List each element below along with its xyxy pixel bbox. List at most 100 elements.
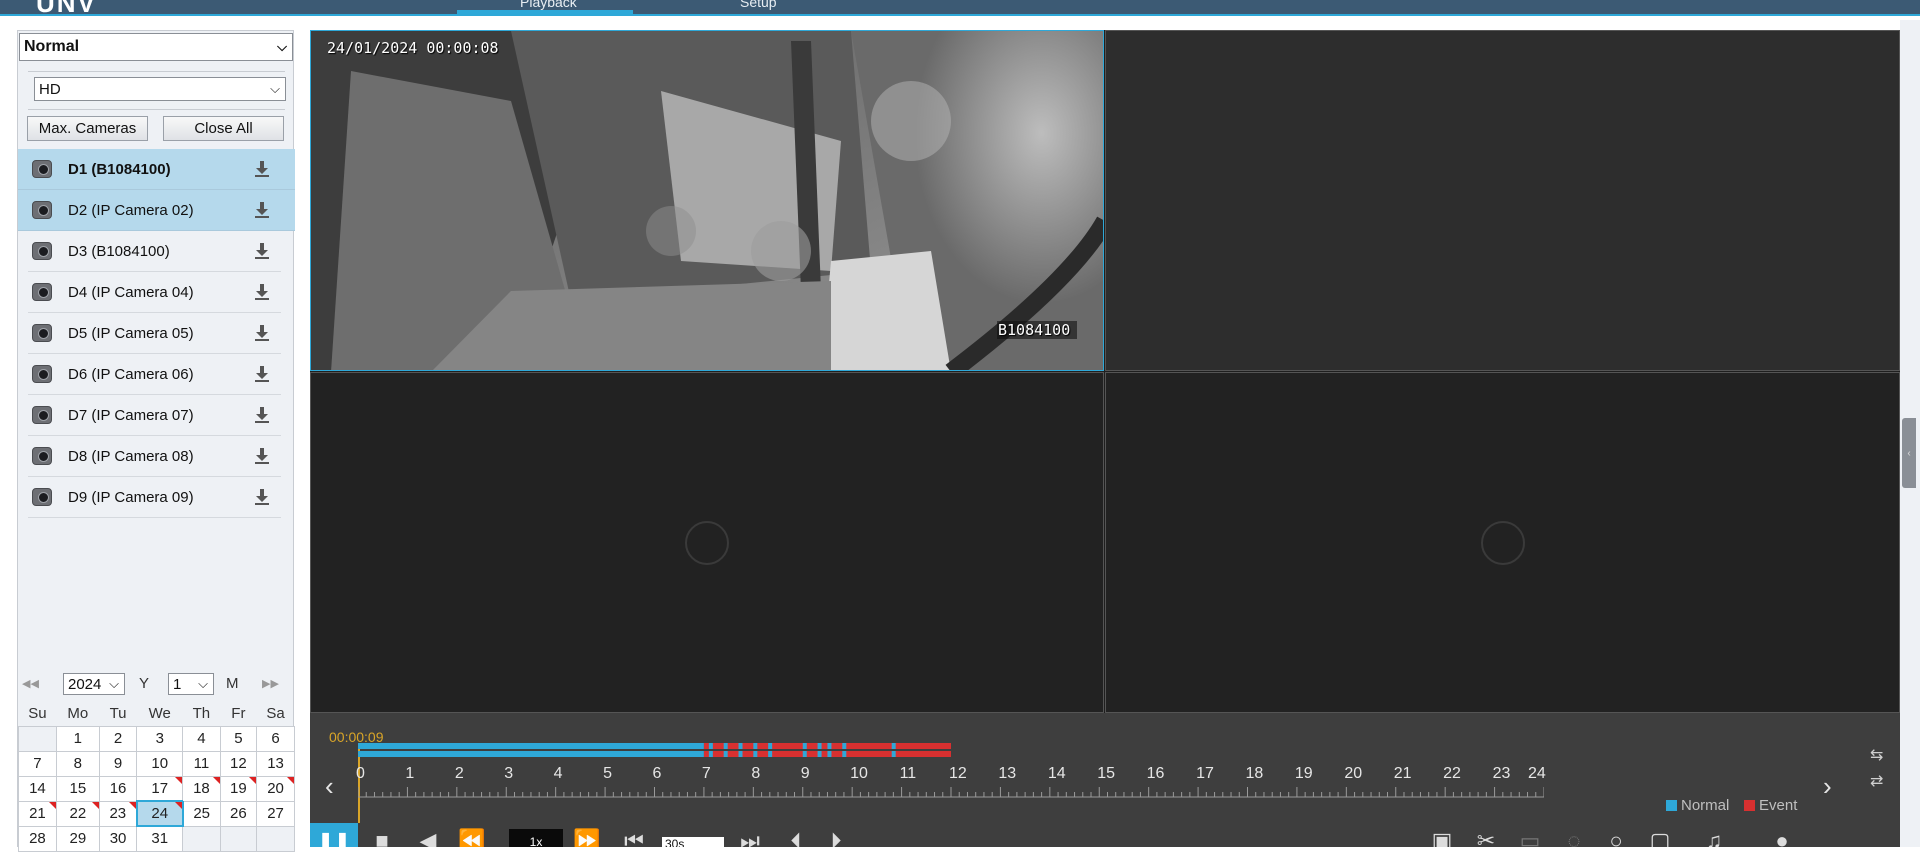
zoom-in-icon[interactable]: ⇆ [1870,745,1883,765]
download-icon[interactable] [254,324,270,342]
download-icon[interactable] [254,406,270,424]
divider [28,109,285,110]
calendar-day[interactable]: 25 [182,800,221,827]
download-icon[interactable] [254,242,270,260]
download-icon[interactable] [254,201,270,219]
clip-icon[interactable]: ✂ [1474,828,1498,847]
calendar-day[interactable]: 20 [256,775,295,802]
calendar-day[interactable]: 8 [55,750,100,777]
download-icon[interactable] [254,488,270,506]
frame-back-icon[interactable]: ⏴ [784,828,808,847]
save-icon[interactable]: ▭ [1518,828,1542,847]
tab-setup[interactable]: Setup [740,0,777,10]
snapshot-icon[interactable]: ▣ [1430,828,1454,847]
stop-icon[interactable]: ■ [370,828,394,847]
camera-item[interactable]: D6 (IP Camera 06) [28,354,281,395]
camera-item[interactable]: D2 (IP Camera 02) [18,190,295,231]
calendar-day[interactable]: 29 [55,825,100,852]
calendar-day[interactable]: 30 [98,825,138,852]
timeline-hour-label: 24 [1528,765,1546,782]
pause-button[interactable]: ❚❚ [310,823,358,847]
calendar-day[interactable]: 10 [136,750,184,777]
calendar-day[interactable]: 2 [98,725,138,752]
calendar-day[interactable]: 5 [219,725,258,752]
max-cameras-button[interactable]: Max. Cameras [27,116,148,141]
calendar-day[interactable]: 26 [219,800,258,827]
chevron-down-icon: ⌵ [270,81,280,96]
timeline[interactable]: 00:00:09 ‹ › 0 1 2 3 4 5 6 7 8 9 10 11 12 13 14 15 16 17 1… [310,713,1900,823]
calendar-day[interactable]: 17 [136,775,184,802]
volume-icon[interactable]: ♫ [1702,828,1726,847]
tab-playback[interactable]: Playback [520,0,577,10]
camera-item[interactable]: D4 (IP Camera 04) [28,272,281,313]
mode-select[interactable]: Normal ⌵ [19,33,293,61]
frame-forward-icon[interactable]: ⏵ [824,828,848,847]
camera-item[interactable]: D3 (B1084100) [28,231,281,272]
calendar-day[interactable]: 9 [98,750,138,777]
month-select[interactable]: 1 ⌵ [168,673,214,695]
calendar-grid: Su Mo Tu We Th Fr Sa 1 2 3 4 5 6 7 8 9 10 11 12 13 14 15 16 17 1… [18,701,295,852]
calendar-day[interactable]: 6 [256,725,295,752]
calendar-day[interactable]: 18 [182,775,221,802]
video-pane-3[interactable] [310,372,1104,713]
calendar-day[interactable]: 7 [18,750,57,777]
calendar-day[interactable]: 16 [98,775,138,802]
volume-slider-knob[interactable]: ● [1770,828,1794,847]
collapse-panel-handle[interactable]: ‹ [1902,418,1916,488]
camera-item[interactable]: D9 (IP Camera 09) [28,477,281,518]
calendar-day[interactable]: 23 [98,800,138,827]
calendar-day[interactable]: 4 [182,725,221,752]
calendar-day[interactable]: 24 [135,800,184,827]
timeline-prev-icon[interactable]: ‹ [325,771,334,802]
calendar-day[interactable]: 28 [18,825,57,852]
camera-item[interactable]: D8 (IP Camera 08) [28,436,281,477]
calendar-day[interactable]: 12 [219,750,258,777]
calendar-day[interactable]: 21 [18,800,57,827]
close-all-button[interactable]: Close All [163,116,284,141]
calendar-day[interactable]: 14 [18,775,57,802]
reverse-play-icon[interactable]: ◀ [416,828,440,847]
calendar-weekday-row: Su Mo Tu We Th Fr Sa [19,701,295,726]
calendar-day[interactable]: 1 [55,725,100,752]
camera-item[interactable]: D7 (IP Camera 07) [28,395,281,436]
calendar-day[interactable]: 3 [136,725,184,752]
year-select-value: 2024 [68,675,102,693]
camera-icon [32,406,52,424]
search-icon[interactable]: ○ [1604,828,1628,847]
fullscreen-icon[interactable]: ▢ [1648,828,1672,847]
skip-forward-icon[interactable]: ⏭ [738,828,762,847]
timeline-hour-label: 23 [1492,765,1511,782]
timeline-next-icon[interactable]: › [1823,771,1832,802]
stream-select[interactable]: HD ⌵ [34,77,286,101]
download-icon[interactable] [254,365,270,383]
calendar-day[interactable]: 27 [256,800,295,827]
calendar-day[interactable]: 31 [136,825,184,852]
video-pane-4[interactable] [1105,372,1900,713]
download-icon[interactable] [254,283,270,301]
speed-up-icon[interactable]: ⏩ [573,828,600,847]
playback-toolbar: ❚❚ ■ ◀ ⏪ 1x ⏩ ⏮ 30s ⏭ ⏴ ⏵ ▣ ✂ ▭ ◌ ○ ▢ ♫ … [310,823,1900,847]
camera-item[interactable]: D1 (B1084100) [18,149,295,190]
prev-year-icon[interactable]: ◀◀ [22,677,39,690]
next-month-icon[interactable]: ▶▶ [262,677,279,690]
camera-item-label: D5 (IP Camera 05) [68,324,194,342]
calendar-day[interactable]: 13 [256,750,295,777]
calendar-day[interactable]: 11 [182,750,221,777]
timeline-hour-label: 18 [1245,765,1264,782]
download-icon[interactable] [254,447,270,465]
interval-select[interactable]: 30s [662,837,724,847]
normal-recording-bar [768,743,773,749]
skip-back-icon[interactable]: ⏮ [622,828,646,847]
calendar-day[interactable]: 22 [55,800,100,827]
slow-down-icon[interactable]: ⏪ [458,828,485,847]
download-icon[interactable] [254,160,270,178]
zoom-out-icon[interactable]: ⇄ [1870,771,1883,791]
camera-item[interactable]: D5 (IP Camera 05) [28,313,281,354]
year-select[interactable]: 2024 ⌵ [63,673,125,695]
legend-event-swatch [1744,800,1755,811]
digital-zoom-icon[interactable]: ◌ [1562,828,1586,847]
calendar-day[interactable]: 15 [55,775,100,802]
calendar-day[interactable]: 19 [219,775,258,802]
video-pane-1[interactable]: 24/01/2024 00:00:08 B1084100 [310,30,1104,371]
video-pane-2[interactable] [1105,30,1900,371]
